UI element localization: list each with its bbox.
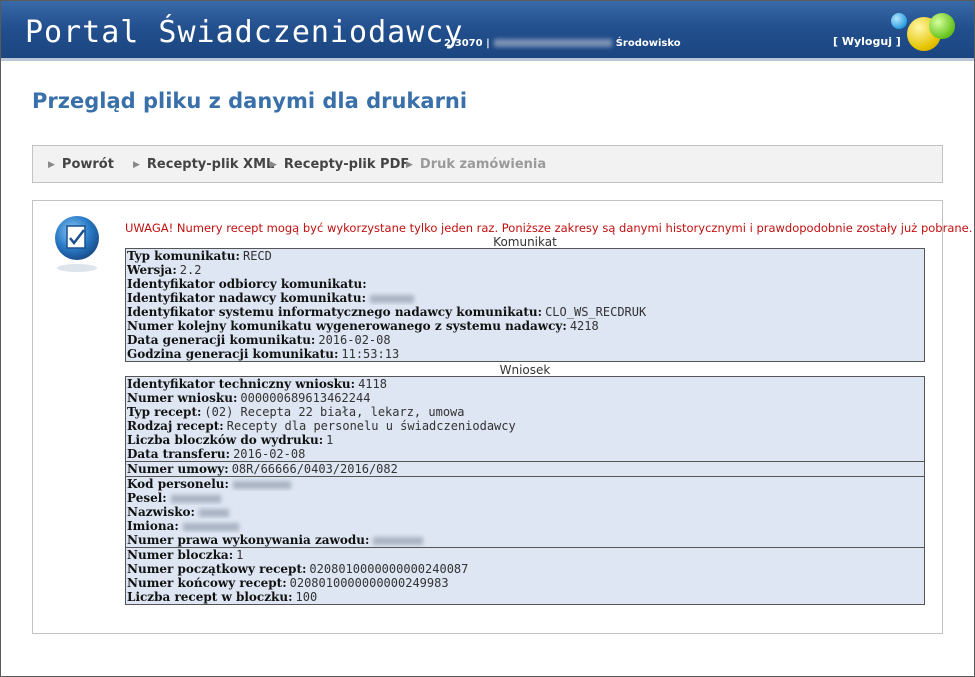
- field-row: Imiona:: [126, 519, 924, 533]
- field-row: Godzina generacji komunikatu: 11:53:13: [127, 347, 400, 361]
- app-header: Portal Świadczeniodawcy 2.3070 | Środowis…: [1, 1, 974, 61]
- field-row: Kod personelu:: [126, 477, 924, 491]
- field-row: Pesel:: [126, 491, 924, 505]
- komunikat-panel: Typ komunikatu: RECD Wersja: 2.2 Identyfik…: [125, 248, 925, 362]
- field-row: Typ recept: (02) Recepta 22 biała, lekarz…: [127, 405, 465, 419]
- field-row: Identyfikator odbiorcy komunikatu:: [127, 277, 367, 291]
- field-row: Numer wniosku: 000000689613462244: [127, 391, 371, 405]
- field-row: Numer prawa wykonywania zawodu:: [126, 533, 924, 547]
- wniosek-caption: Wniosek: [499, 363, 551, 377]
- arrow-right-icon: ▶: [48, 160, 55, 170]
- redacted-value: [170, 494, 221, 503]
- komunikat-caption: Komunikat: [493, 235, 557, 249]
- arrow-right-icon: ▶: [270, 160, 277, 170]
- field-row: Nazwisko:: [126, 505, 924, 519]
- field-row: Numer końcowy recept: 0208010000000000249…: [127, 576, 449, 590]
- field-row: Identyfikator nadawcy komunikatu:: [126, 291, 924, 305]
- content-panel: UWAGA! Numery recept mogą być wykorzysta…: [32, 200, 972, 634]
- field-row: Numer bloczka: 1: [127, 548, 244, 562]
- document-check-icon: [55, 216, 99, 272]
- field-row: Identyfikator systemu informatycznego na…: [127, 305, 647, 319]
- field-row: Wersja: 2.2: [127, 263, 202, 277]
- field-row: Numer umowy: 08R/66666/0403/2016/082: [127, 462, 398, 476]
- field-row: Typ komunikatu: RECD: [127, 249, 272, 263]
- wniosek-panel: Identyfikator techniczny wniosku: 4118 Nu…: [125, 376, 925, 605]
- nav-recepty-pdf-link[interactable]: ▶ Recepty-plik PDF: [270, 157, 409, 172]
- portal-logo: [889, 11, 959, 51]
- action-toolbar: ▶ Powrót ▶ Recepty-plik XML ▶ Recepty-plik …: [32, 145, 943, 183]
- warning-message: UWAGA! Numery recept mogą być wykorzysta…: [125, 221, 973, 235]
- arrow-right-icon: ▶: [133, 160, 140, 170]
- redacted-value: [182, 522, 239, 531]
- version-label: 2.3070 |: [444, 38, 490, 49]
- field-row: Liczba bloczków do wydruku: 1: [127, 433, 334, 447]
- redacted-value: [232, 480, 291, 489]
- app-meta: 2.3070 | Środowisko: [444, 38, 681, 49]
- field-row: Identyfikator techniczny wniosku: 4118: [127, 377, 387, 391]
- field-row: Rodzaj recept: Recepty dla personelu u św…: [127, 419, 516, 433]
- field-row: Data transferu: 2016-02-08: [127, 447, 306, 461]
- arrow-right-icon: ▶: [406, 160, 413, 170]
- app-title: Portal Świadczeniodawcy: [25, 15, 464, 50]
- redacted-value: [373, 536, 424, 545]
- redacted-user: [493, 39, 612, 47]
- field-row: Data generacji komunikatu: 2016-02-08: [127, 333, 391, 347]
- redacted-value: [198, 508, 229, 517]
- nav-druk-zamowienia-link: ▶ Druk zamówienia: [406, 157, 547, 172]
- field-row: Liczba recept w bloczku: 100: [127, 590, 318, 604]
- page-title: Przegląd pliku z danymi dla drukarni: [32, 89, 468, 113]
- nav-recepty-xml-link[interactable]: ▶ Recepty-plik XML: [133, 157, 274, 172]
- redacted-value: [370, 294, 415, 303]
- nav-back-link[interactable]: ▶ Powrót: [48, 157, 114, 172]
- field-row: Numer kolejny komunikatu wygenerowanego …: [127, 319, 599, 333]
- environment-label: Środowisko: [615, 38, 681, 49]
- field-row: Numer początkowy recept: 0208010000000000…: [127, 562, 469, 576]
